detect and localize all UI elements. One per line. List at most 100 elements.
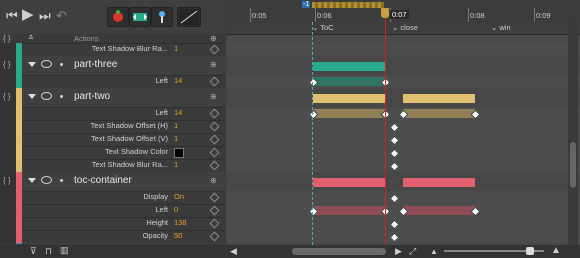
property-row[interactable]: Left 14 [0,75,225,89]
timeline-element-row[interactable] [226,172,580,192]
playhead-line[interactable] [385,8,386,245]
keyframe-diamond[interactable] [389,219,400,230]
timeline-property-row[interactable] [226,133,580,147]
skip-to-start-icon[interactable]: ⏮ [6,9,18,22]
add-property-icon[interactable]: ⊕ [210,92,217,101]
property-row[interactable]: Display On [0,191,225,205]
timeline-property-row[interactable] [226,217,580,231]
property-value[interactable]: 1 [174,44,178,53]
timeline-element-row[interactable] [226,88,580,108]
zoom-in-icon[interactable]: ▲ [551,245,561,256]
add-keyframe-diamond-icon[interactable] [209,147,220,158]
timeline-property-row[interactable] [226,120,580,134]
timeline-property-row[interactable] [226,230,580,244]
timeline-label-win[interactable]: ⌄ win [491,23,511,32]
visibility-eye-icon[interactable] [41,92,52,100]
property-row[interactable]: Opacity 50 [0,230,225,244]
collapse-triangle-icon[interactable] [28,62,36,67]
zoom-slider-knob[interactable] [526,247,534,255]
play-range-bar[interactable] [312,2,384,8]
visibility-eye-icon[interactable] [41,176,52,184]
property-row[interactable]: Text Shadow Blur Ra... 1 [0,43,225,57]
add-keyframe-diamond-icon[interactable] [209,44,220,55]
tween-bar[interactable] [403,178,475,187]
filter-icon[interactable]: ≛ [28,34,34,42]
add-property-icon[interactable]: ⊕ [210,60,217,69]
lock-dot-icon[interactable] [60,179,63,182]
timeline-property-row[interactable] [226,107,580,121]
timeline-label-close[interactable]: ⌄ close [392,23,418,32]
add-action-icon[interactable]: ⊕ [210,34,217,43]
zoom-out-icon[interactable]: ▲ [430,247,438,256]
playhead-handle[interactable] [381,8,389,18]
pin-button[interactable] [151,7,173,27]
play-range-start-badge[interactable]: -1 [302,1,311,8]
add-keyframe-diamond-icon[interactable] [209,218,220,229]
property-row[interactable]: Text Shadow Offset (H) 1 [0,120,225,134]
property-row[interactable]: Text Shadow Color [0,146,225,160]
tween-bar[interactable] [403,109,475,118]
add-keyframe-diamond-icon[interactable] [209,134,220,145]
keyframe-diamond[interactable] [389,193,400,204]
fit-icon[interactable]: ⤢ [409,246,416,257]
collapse-triangle-icon[interactable] [28,94,36,99]
lock-dot-icon[interactable] [60,63,63,66]
property-value[interactable]: 1 [174,160,178,169]
scroll-right-icon[interactable]: ▶ [395,246,402,257]
element-row-part-two[interactable]: { } part-two ⊕ [0,88,225,108]
add-keyframe-diamond-icon[interactable] [209,160,220,171]
property-row[interactable]: Left 14 [0,107,225,121]
timeline-property-row[interactable] [226,191,580,205]
tween-bar[interactable] [313,178,385,187]
add-keyframe-diamond-icon[interactable] [209,108,220,119]
timeline-property-row[interactable] [226,43,580,57]
tween-bar[interactable] [403,94,475,103]
property-value[interactable]: On [174,192,184,201]
timeline-property-row[interactable] [226,75,580,89]
play-icon[interactable]: ▶ [22,7,34,22]
keyframe-diamond[interactable] [389,161,400,172]
timeline-label-toc[interactable]: ⌄ ToC [312,23,334,32]
keyframe-diamond[interactable] [389,122,400,133]
vertical-scroll-thumb[interactable] [570,142,576,188]
tween-bar[interactable] [313,94,385,103]
color-swatch[interactable] [174,148,184,158]
tween-bar[interactable] [313,62,385,71]
property-value[interactable]: 14 [174,76,182,85]
timeline-labels-bar[interactable]: ⌄ ToC ⌄ close ⌄ win [226,22,580,35]
element-row-part-three[interactable]: { } part-three ⊕ [0,56,225,76]
add-keyframe-diamond-icon[interactable] [209,121,220,132]
undo-icon[interactable]: ↶ [56,9,67,22]
element-row-Text5[interactable]: { }Text5⊕ [0,243,225,244]
property-row[interactable]: Left 0 [0,204,225,218]
funnel-icon[interactable]: ⊽ [30,246,37,257]
filter-toggle-icon[interactable]: ⊓ [45,246,52,257]
vertical-scrollbar[interactable] [568,22,578,245]
lock-dot-icon[interactable] [60,95,63,98]
timeline-property-row[interactable] [226,159,580,173]
property-value[interactable]: 138 [174,218,187,227]
keyframe-diamond[interactable] [389,148,400,159]
scroll-left-icon[interactable]: ◀ [230,246,237,257]
timeline-property-row[interactable] [226,204,580,218]
property-row[interactable]: Text Shadow Blur Ra... 1 [0,159,225,173]
tween-bar[interactable] [403,206,475,215]
timeline-area[interactable]: -1 0:05 0:06 0:07 0:08 0:09 ⌄ ToC ⌄ close ⌄ wi… [226,0,580,258]
add-keyframe-diamond-icon[interactable] [209,192,220,203]
property-row[interactable]: Text Shadow Offset (V) 1 [0,133,225,147]
toggle-pin-button[interactable] [107,7,129,27]
property-value[interactable]: 14 [174,108,182,117]
property-value[interactable]: 1 [174,121,178,130]
timeline-property-row[interactable] [226,146,580,160]
keyframe-diamond[interactable] [389,135,400,146]
collapse-triangle-icon[interactable] [28,178,36,183]
auto-keyframe-button[interactable] [129,7,151,27]
keyframe-diamond[interactable] [389,232,400,243]
skip-to-end-icon[interactable]: ⏭ [39,9,51,22]
easing-button[interactable] [177,7,201,27]
add-keyframe-diamond-icon[interactable] [209,231,220,242]
property-value[interactable]: 50 [174,231,182,240]
element-row-toc-container[interactable]: { } toc-container ⊕ [0,172,225,192]
horizontal-scroll-thumb[interactable] [292,248,386,255]
add-keyframe-diamond-icon[interactable] [209,76,220,87]
